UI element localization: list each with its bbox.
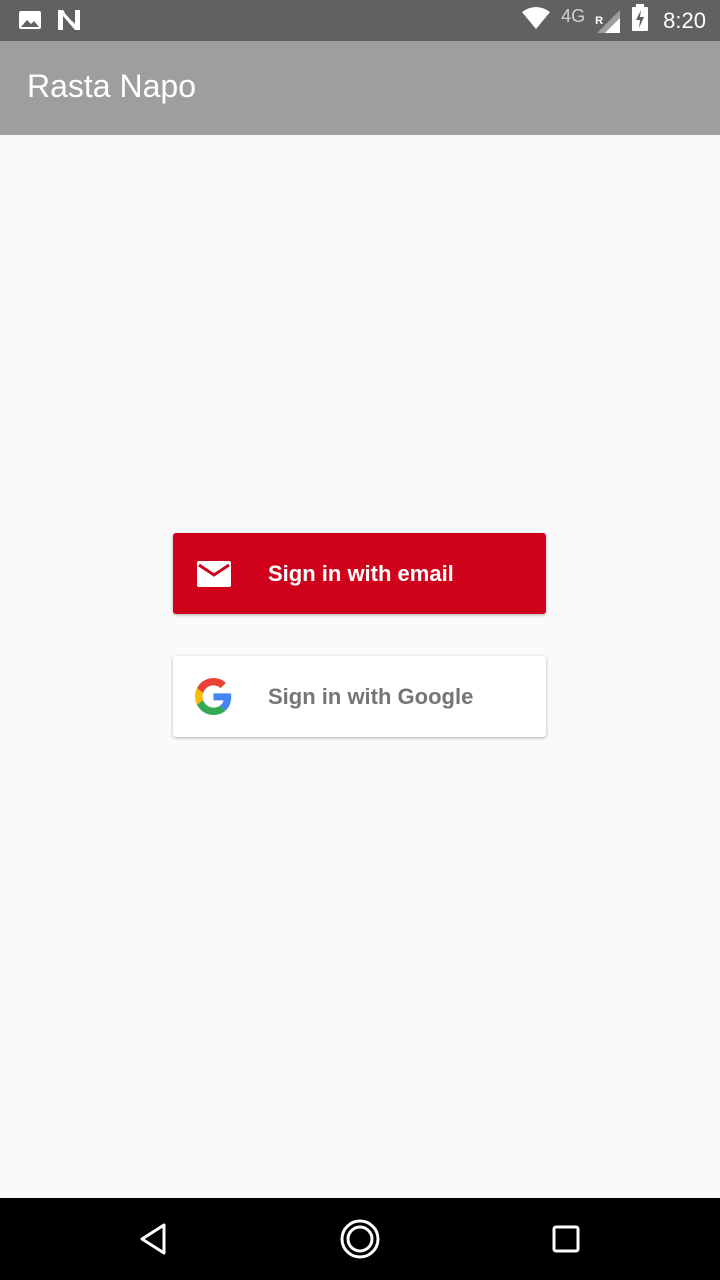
status-bar: 4G R 8:20 [0,0,720,41]
n-icon [56,8,82,37]
image-icon [18,8,42,37]
status-right-icons: 4G R 8:20 [521,0,706,41]
mail-icon [195,555,232,592]
sign-in-google-label: Sign in with Google [268,683,474,709]
sign-in-email-button[interactable]: Sign in with email [173,533,546,614]
status-left-icons [18,8,82,37]
battery-charging-icon [631,4,649,37]
google-logo-icon [195,678,232,715]
app-bar: Rasta Napo [0,41,720,135]
app-title: Rasta Napo [27,68,196,104]
sign-in-google-button[interactable]: Sign in with Google [173,656,546,737]
home-icon[interactable] [337,1216,383,1262]
main-content: Sign in with email Sign in with Google [0,135,720,1198]
back-icon[interactable] [130,1216,176,1262]
recents-icon[interactable] [543,1216,589,1262]
clock: 8:20 [663,7,706,33]
signal-icon: R [595,8,621,34]
sign-in-email-label: Sign in with email [268,560,454,586]
navigation-bar [0,1198,720,1280]
network-type: 4G [561,6,586,26]
wifi-icon [521,6,551,35]
